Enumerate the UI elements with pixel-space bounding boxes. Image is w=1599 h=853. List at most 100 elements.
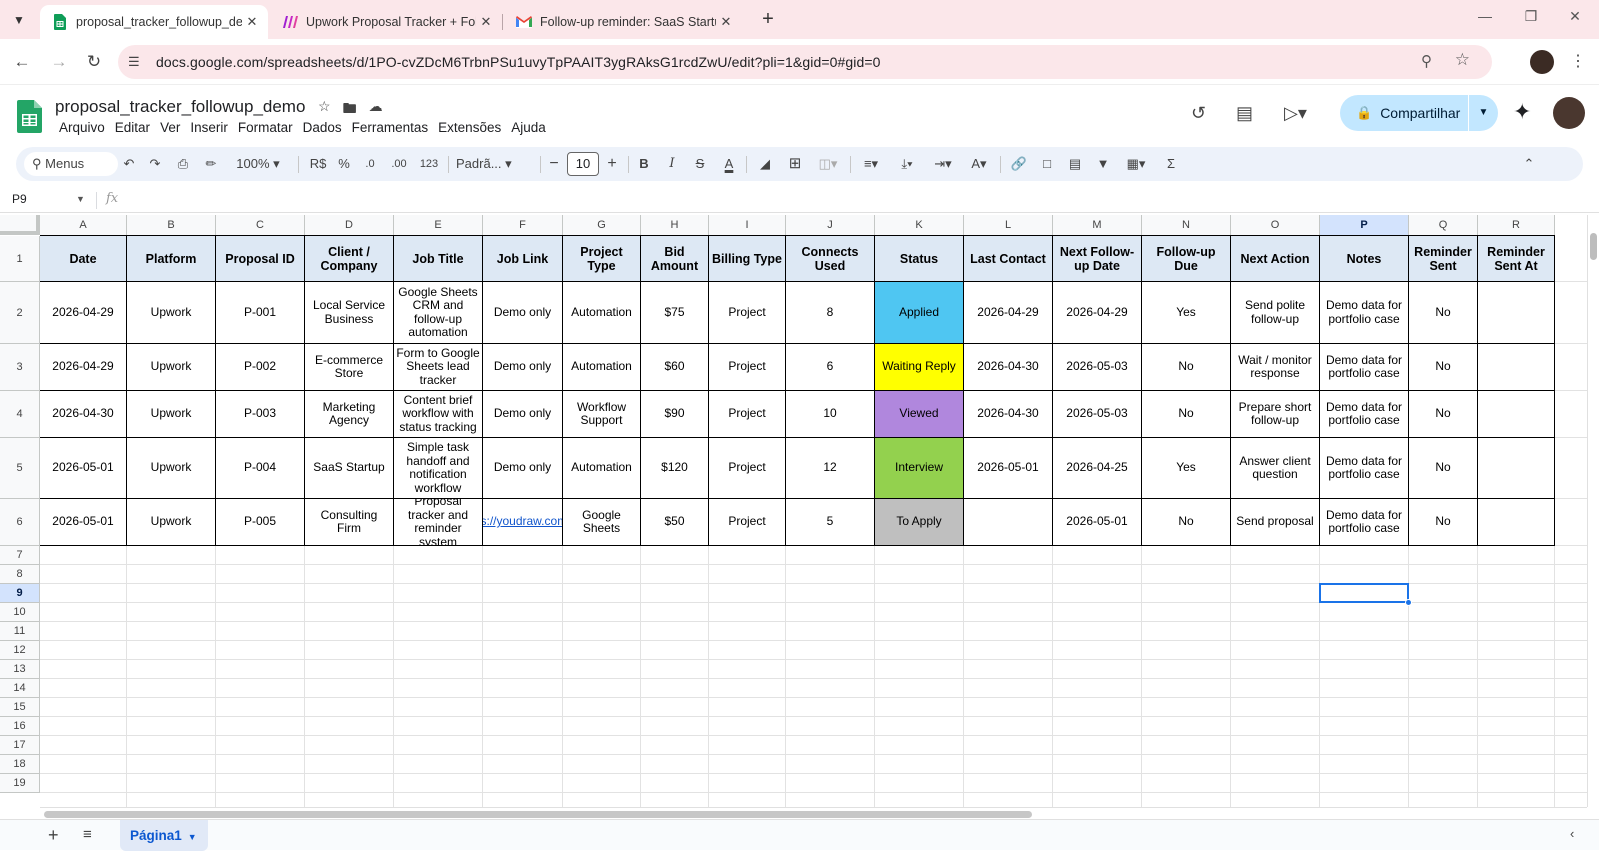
- select-all-corner[interactable]: [0, 215, 40, 235]
- menu-ferramentas[interactable]: Ferramentas: [348, 120, 433, 135]
- cell-f5[interactable]: Demo only: [483, 438, 562, 498]
- cell-g3[interactable]: Automation: [563, 344, 640, 390]
- cell-e5[interactable]: Simple task handoff and notification wor…: [394, 438, 482, 498]
- all-sheets-list-icon[interactable]: ≡: [83, 826, 92, 843]
- horizontal-scroll-thumb[interactable]: [44, 811, 1032, 818]
- restore-window-icon[interactable]: ❐: [1516, 8, 1546, 30]
- close-window-icon[interactable]: ✕: [1560, 8, 1590, 30]
- bold-icon[interactable]: B: [634, 147, 654, 181]
- cell-q4[interactable]: No: [1409, 391, 1477, 437]
- column-header-e[interactable]: E: [394, 215, 483, 236]
- sheet-tab-pagina1[interactable]: Página1 ▼: [120, 820, 208, 851]
- sheets-logo-icon[interactable]: [17, 100, 42, 133]
- back-arrow-icon[interactable]: ←: [11, 51, 33, 73]
- print-icon[interactable]: ⎙: [172, 147, 194, 181]
- site-settings-icon[interactable]: ☰: [128, 54, 140, 70]
- column-header-d[interactable]: D: [305, 215, 394, 236]
- fill-color-icon[interactable]: ◢: [754, 147, 776, 181]
- row-header-4[interactable]: 4: [0, 391, 40, 438]
- row-header-14[interactable]: 14: [0, 679, 40, 698]
- row-header-19[interactable]: 19: [0, 774, 40, 793]
- cell-q2[interactable]: No: [1409, 282, 1477, 343]
- cell-m4[interactable]: 2026-05-03: [1053, 391, 1141, 437]
- cell-i2[interactable]: Project: [709, 282, 785, 343]
- cell-i1[interactable]: Billing Type: [709, 236, 785, 281]
- column-header-r[interactable]: R: [1478, 215, 1555, 236]
- insert-chart-icon[interactable]: ▤: [1064, 147, 1086, 181]
- cell-d6[interactable]: Consulting Firm: [305, 499, 393, 545]
- cell-p5[interactable]: Demo data for portfolio case: [1320, 438, 1408, 498]
- cell-j4[interactable]: 10: [786, 391, 874, 437]
- browser-tab-upwork-make[interactable]: Upwork Proposal Tracker + Follow-up ✕: [270, 5, 502, 39]
- url-text[interactable]: docs.google.com/spreadsheets/d/1PO-cvZDc…: [156, 54, 881, 70]
- menu-inserir[interactable]: Inserir: [186, 120, 232, 135]
- strikethrough-icon[interactable]: S: [690, 147, 710, 181]
- column-header-l[interactable]: L: [964, 215, 1053, 236]
- cell-m3[interactable]: 2026-05-03: [1053, 344, 1141, 390]
- cell-k6[interactable]: To Apply: [875, 499, 963, 545]
- insert-comment-icon[interactable]: □: [1036, 147, 1058, 181]
- row-header-16[interactable]: 16: [0, 717, 40, 736]
- cell-n2[interactable]: Yes: [1142, 282, 1230, 343]
- version-history-icon[interactable]: ↺: [1191, 103, 1206, 124]
- sheet-tab-dropdown-icon[interactable]: ▼: [188, 832, 197, 842]
- cell-j2[interactable]: 8: [786, 282, 874, 343]
- insert-link-icon[interactable]: 🔗: [1008, 147, 1030, 181]
- cell-c2[interactable]: P-001: [216, 282, 304, 343]
- browser-tab-gmail[interactable]: Follow-up reminder: SaaS Startup ✕: [504, 5, 742, 39]
- cell-n5[interactable]: Yes: [1142, 438, 1230, 498]
- tab-search-dropdown-icon[interactable]: ▼: [8, 9, 30, 31]
- vertical-scroll-thumb[interactable]: [1590, 233, 1597, 260]
- cell-m5[interactable]: 2026-04-25: [1053, 438, 1141, 498]
- row-header-12[interactable]: 12: [0, 641, 40, 660]
- merge-cells-icon[interactable]: ◫▾: [812, 147, 844, 181]
- font-size-input[interactable]: 10: [567, 152, 599, 176]
- cell-h2[interactable]: $75: [641, 282, 708, 343]
- cell-p4[interactable]: Demo data for portfolio case: [1320, 391, 1408, 437]
- font-family-select[interactable]: Padrã... ▾: [456, 147, 532, 181]
- cell-p2[interactable]: Demo data for portfolio case: [1320, 282, 1408, 343]
- cell-e6[interactable]: Proposal tracker and reminder system: [394, 499, 482, 545]
- cell-a1[interactable]: Date: [40, 236, 126, 281]
- chrome-profile-avatar[interactable]: [1530, 50, 1554, 74]
- cell-o5[interactable]: Answer client question: [1231, 438, 1319, 498]
- cell-c6[interactable]: P-005: [216, 499, 304, 545]
- cell-d4[interactable]: Marketing Agency: [305, 391, 393, 437]
- browser-tab-sheets[interactable]: proposal_tracker_followup_demo ✕: [40, 5, 268, 39]
- cell-o1[interactable]: Next Action: [1231, 236, 1319, 281]
- cell-l4[interactable]: 2026-04-30: [964, 391, 1052, 437]
- cell-n1[interactable]: Follow-up Due: [1142, 236, 1230, 281]
- filter-icon[interactable]: ▼: [1092, 147, 1114, 181]
- close-tab-icon[interactable]: ✕: [476, 14, 496, 30]
- user-avatar[interactable]: [1553, 97, 1585, 129]
- chrome-menu-icon[interactable]: ⋮: [1570, 51, 1586, 71]
- row-header-18[interactable]: 18: [0, 755, 40, 774]
- increase-decimals-button[interactable]: .00: [386, 147, 412, 181]
- cell-g4[interactable]: Workflow Support: [563, 391, 640, 437]
- cell-d5[interactable]: SaaS Startup: [305, 438, 393, 498]
- cell-a6[interactable]: 2026-05-01: [40, 499, 126, 545]
- cell-h3[interactable]: $60: [641, 344, 708, 390]
- column-header-c[interactable]: C: [216, 215, 305, 236]
- cell-b5[interactable]: Upwork: [127, 438, 215, 498]
- row-header-17[interactable]: 17: [0, 736, 40, 755]
- cell-c4[interactable]: P-003: [216, 391, 304, 437]
- cell-q5[interactable]: No: [1409, 438, 1477, 498]
- menu-editar[interactable]: Editar: [111, 120, 154, 135]
- functions-sigma-icon[interactable]: Σ: [1160, 147, 1182, 181]
- row-header-13[interactable]: 13: [0, 660, 40, 679]
- undo-icon[interactable]: ↶: [118, 147, 140, 181]
- cell-o3[interactable]: Wait / monitor response: [1231, 344, 1319, 390]
- cell-k1[interactable]: Status: [875, 236, 963, 281]
- cell-b4[interactable]: Upwork: [127, 391, 215, 437]
- move-folder-icon[interactable]: 🖿: [343, 98, 357, 122]
- gemini-sparkle-icon[interactable]: ✦: [1513, 99, 1531, 125]
- row-header-5[interactable]: 5: [0, 438, 40, 499]
- share-button[interactable]: 🔒 Compartilhar ▼: [1340, 95, 1498, 131]
- borders-icon[interactable]: ⊞: [784, 147, 806, 181]
- paint-format-icon[interactable]: ✏: [200, 147, 222, 181]
- cell-h4[interactable]: $90: [641, 391, 708, 437]
- text-color-icon[interactable]: A: [718, 147, 740, 181]
- cell-l2[interactable]: 2026-04-29: [964, 282, 1052, 343]
- cell-m2[interactable]: 2026-04-29: [1053, 282, 1141, 343]
